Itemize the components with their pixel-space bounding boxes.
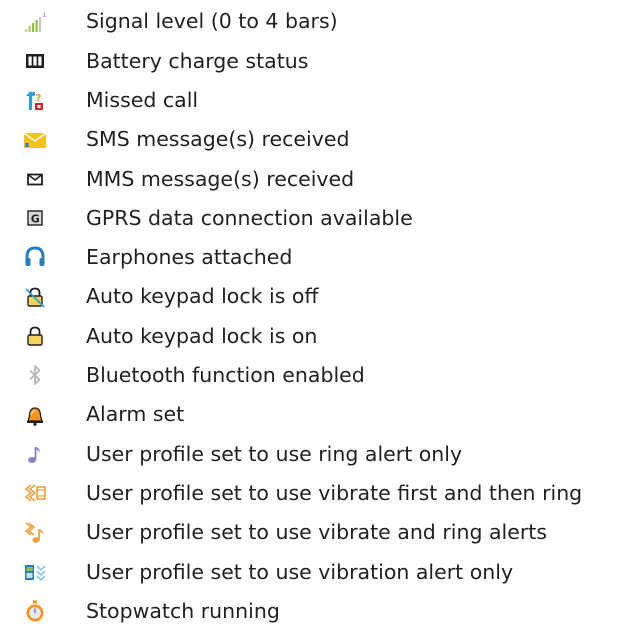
signal-level-icon: 1 — [23, 10, 47, 34]
legend-label: Battery charge status — [86, 48, 309, 73]
legend-row-keypad-lock-on: Auto keypad lock is on — [0, 316, 623, 355]
mms-envelope-icon — [23, 167, 47, 191]
legend-row-gprs: G GPRS data connection available — [0, 198, 623, 237]
legend-row-alarm: Alarm set — [0, 395, 623, 434]
legend-row-signal-level: 1 Signal level (0 to 4 bars) — [0, 2, 623, 41]
legend-row-vibrate-then-ring: User profile set to use vibrate first an… — [0, 474, 623, 513]
legend-row-vibration-only: User profile set to use vibration alert … — [0, 552, 623, 591]
legend-label: GPRS data connection available — [86, 205, 413, 230]
earphones-icon — [23, 245, 47, 269]
stopwatch-icon — [23, 599, 47, 623]
keypad-lock-off-icon — [23, 285, 47, 309]
legend-label: Auto keypad lock is off — [86, 284, 319, 309]
legend-row-battery: Battery charge status — [0, 41, 623, 80]
legend-row-sms: SMS message(s) received — [0, 120, 623, 159]
legend-label: User profile set to use ring alert only — [86, 441, 463, 466]
vibrate-and-ring-icon — [23, 521, 47, 545]
legend-label: Missed call — [86, 87, 199, 112]
legend-row-keypad-lock-off: Auto keypad lock is off — [0, 277, 623, 316]
vibrate-then-ring-icon — [23, 481, 47, 505]
status-icon-legend: 1 Signal level (0 to 4 bars) Battery cha… — [0, 2, 623, 631]
vibration-only-icon — [23, 560, 47, 584]
svg-text:G: G — [31, 213, 40, 226]
sms-envelope-icon — [23, 128, 47, 152]
legend-row-earphones: Earphones attached — [0, 238, 623, 277]
legend-label: Earphones attached — [86, 245, 293, 270]
legend-label: Bluetooth function enabled — [86, 363, 365, 388]
legend-row-ring-only: User profile set to use ring alert only — [0, 434, 623, 473]
legend-label: Stopwatch running — [86, 598, 280, 623]
alarm-bell-icon — [23, 403, 47, 427]
battery-icon — [23, 49, 47, 73]
legend-label: User profile set to use vibrate first an… — [86, 480, 583, 505]
legend-row-vibrate-and-ring: User profile set to use vibrate and ring… — [0, 513, 623, 552]
legend-row-missed-call: ? Missed call — [0, 81, 623, 120]
legend-label: User profile set to use vibration alert … — [86, 559, 514, 584]
bluetooth-icon — [23, 363, 47, 387]
legend-row-stopwatch: Stopwatch running — [0, 591, 623, 630]
gprs-icon: G — [23, 206, 47, 230]
legend-label: Alarm set — [86, 402, 185, 427]
svg-text:?: ? — [36, 93, 42, 104]
legend-label: SMS message(s) received — [86, 127, 350, 152]
svg-text:1: 1 — [43, 12, 47, 19]
legend-row-mms: MMS message(s) received — [0, 159, 623, 198]
legend-label: User profile set to use vibrate and ring… — [86, 520, 547, 545]
legend-label: MMS message(s) received — [86, 166, 355, 191]
legend-label: Signal level (0 to 4 bars) — [86, 9, 338, 34]
ring-note-icon — [23, 442, 47, 466]
keypad-lock-on-icon — [23, 324, 47, 348]
missed-call-icon: ? — [23, 88, 47, 112]
legend-label: Auto keypad lock is on — [86, 323, 318, 348]
legend-row-bluetooth: Bluetooth function enabled — [0, 356, 623, 395]
